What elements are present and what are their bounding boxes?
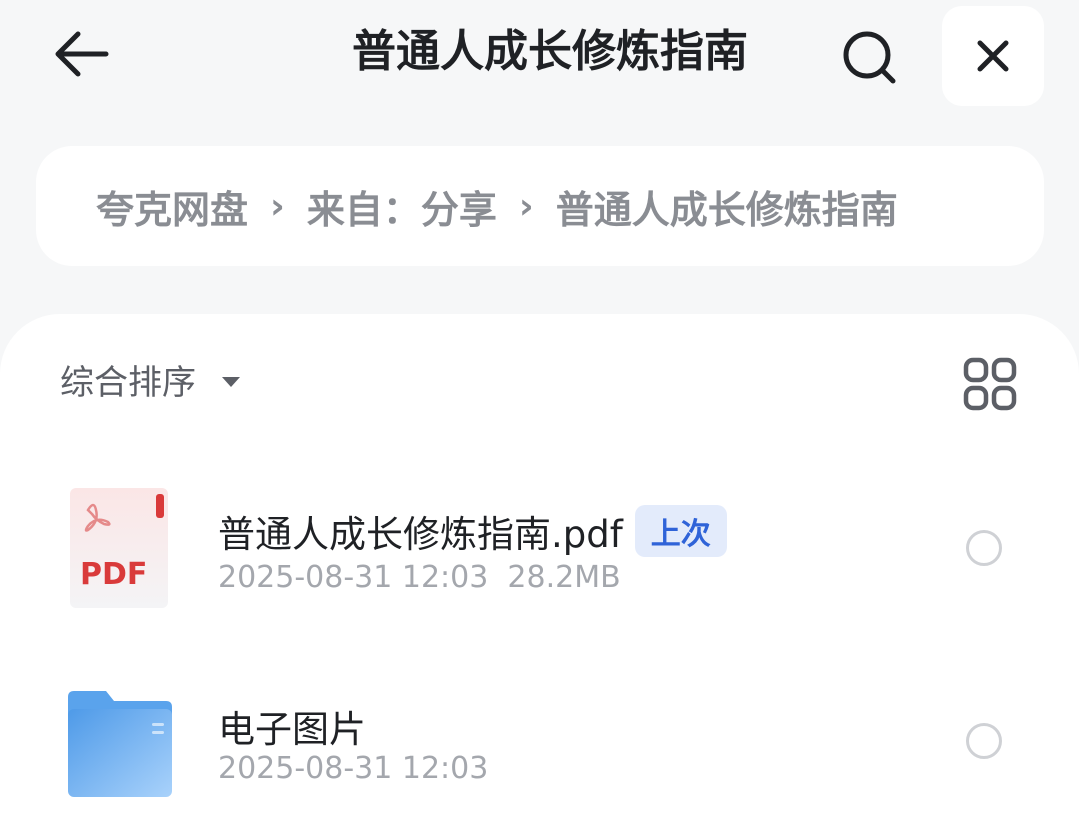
page-title: 普通人成长修炼指南: [352, 26, 748, 77]
folder-name: 电子图片: [218, 708, 366, 751]
pdf-file-icon: PDF: [66, 486, 170, 614]
breadcrumb: 夸克网盘 › 来自：分享 › 普通人成长修炼指南: [36, 146, 1044, 266]
file-name-text: 普通人成长修炼指南.pdf: [218, 513, 623, 556]
list-item-pdf[interactable]: PDF 普通人成长修炼指南.pdf 上次 2025-08-31 12:03 28…: [0, 474, 1079, 634]
arrow-left-icon: [55, 31, 109, 77]
folder-meta: 2025-08-31 12:03: [218, 751, 489, 786]
folder-icon: [66, 689, 176, 803]
search-button[interactable]: [832, 20, 908, 96]
breadcrumb-separator: ›: [270, 185, 285, 227]
search-icon: [843, 31, 896, 84]
file-meta: 2025-08-31 12:03 28.2MB: [218, 560, 621, 595]
grid-view-icon: [963, 357, 1017, 411]
pdf-icon-label: PDF: [80, 557, 147, 592]
breadcrumb-item-share[interactable]: 来自：分享: [307, 179, 497, 234]
breadcrumb-item-root[interactable]: 夸克网盘: [96, 179, 248, 234]
select-radio[interactable]: [966, 530, 1002, 566]
select-radio[interactable]: [966, 723, 1002, 759]
sort-dropdown[interactable]: 综合排序: [60, 354, 240, 404]
back-button[interactable]: [40, 18, 120, 90]
caret-down-icon: [222, 377, 240, 387]
breadcrumb-separator: ›: [518, 185, 534, 227]
sort-label: 综合排序: [60, 362, 196, 403]
close-button[interactable]: [942, 6, 1044, 106]
grid-view-button[interactable]: [962, 356, 1018, 412]
file-list-panel: 综合排序 PDF 普通人成长修炼指南.pdf 上次 2025-08-31 12:…: [0, 314, 1079, 834]
breadcrumb-item-current: 普通人成长修炼指南: [555, 187, 898, 232]
file-name: 普通人成长修炼指南.pdf 上次: [218, 504, 727, 558]
last-opened-badge: 上次: [634, 505, 727, 557]
top-bar: 普通人成长修炼指南: [0, 0, 1079, 110]
close-icon: [977, 40, 1009, 72]
list-item-folder[interactable]: 电子图片 2025-08-31 12:03: [0, 669, 1079, 829]
